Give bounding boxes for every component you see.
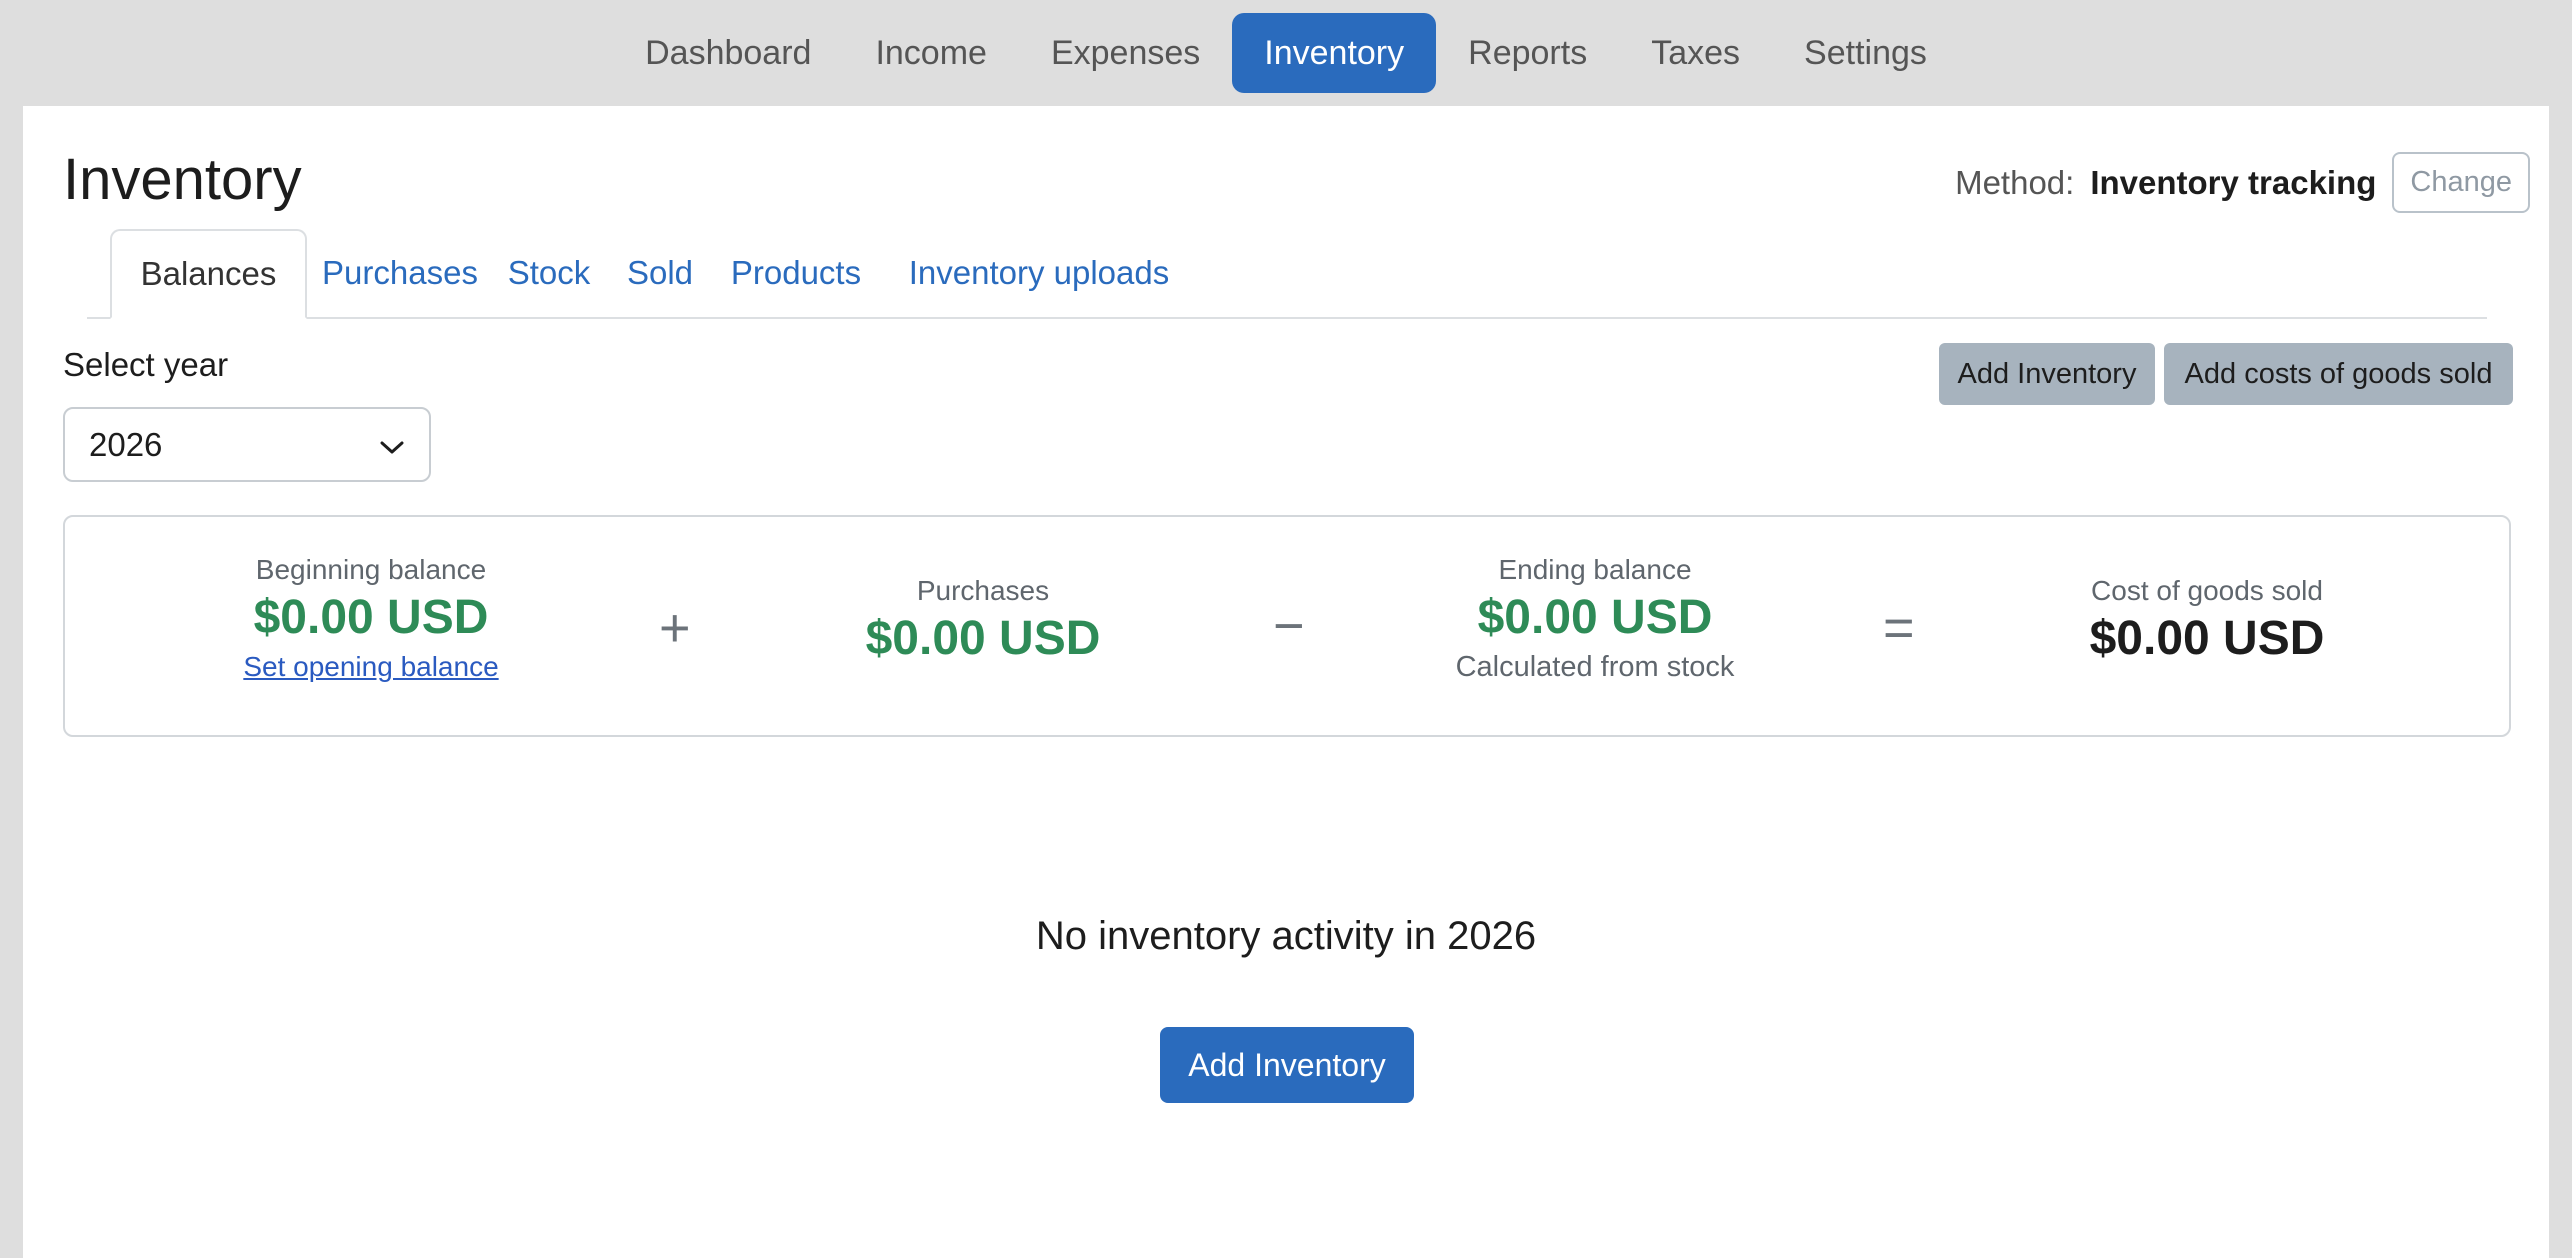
- tab-products[interactable]: Products: [715, 229, 877, 317]
- tab-purchases[interactable]: Purchases: [317, 229, 483, 317]
- method-label: Method:: [1955, 163, 2075, 201]
- set-opening-balance-link[interactable]: Set opening balance: [171, 651, 571, 683]
- purchases-caption: Purchases: [916, 575, 1050, 606]
- add-cogs-button[interactable]: Add costs of goods sold: [2164, 343, 2513, 405]
- balance-summary: Beginning balance $0.00 USD Set opening …: [63, 515, 2511, 737]
- cost-of-goods-sold: Cost of goods sold $0.00 USD: [2007, 517, 2407, 735]
- beginning-balance-caption: Beginning balance: [255, 554, 487, 585]
- minus-operator: −: [1273, 596, 1305, 656]
- cogs-caption: Cost of goods sold: [2091, 575, 2323, 606]
- ending-balance-caption: Ending balance: [1498, 554, 1692, 585]
- add-inventory-button[interactable]: Add Inventory: [1160, 1027, 1414, 1103]
- main-panel: Inventory Method: Inventory tracking Cha…: [23, 106, 2549, 1258]
- plus-operator: +: [659, 598, 691, 658]
- ending-balance-note: Calculated from stock: [1455, 651, 1735, 683]
- select-year-label: Select year: [63, 346, 229, 383]
- empty-state-message: No inventory activity in 2026: [1035, 914, 1537, 958]
- year-select-value: 2026: [89, 425, 163, 463]
- page-title: Inventory: [63, 147, 302, 212]
- nav-reports[interactable]: Reports: [1436, 13, 1619, 93]
- tab-sold[interactable]: Sold: [615, 229, 705, 317]
- inventory-tabs: Balances Purchases Stock Sold Products I…: [87, 229, 2487, 319]
- purchases-amount: $0.00 USD: [865, 612, 1101, 665]
- nav-inventory[interactable]: Inventory: [1232, 13, 1437, 93]
- nav-dashboard[interactable]: Dashboard: [613, 13, 843, 93]
- method-value: Inventory tracking: [2090, 163, 2377, 201]
- change-method-button[interactable]: Change: [2392, 152, 2530, 213]
- purchases-total: Purchases $0.00 USD: [783, 517, 1183, 735]
- tab-stock[interactable]: Stock: [493, 229, 605, 317]
- beginning-balance-amount: $0.00 USD: [253, 591, 489, 644]
- top-navigation: Dashboard Income Expenses Inventory Repo…: [0, 0, 2572, 106]
- equals-operator: =: [1883, 598, 1915, 658]
- tab-inventory-uploads[interactable]: Inventory uploads: [887, 229, 1191, 317]
- add-inventory-top-button[interactable]: Add Inventory: [1939, 343, 2155, 405]
- nav-settings[interactable]: Settings: [1772, 13, 1959, 93]
- tab-balances[interactable]: Balances: [110, 229, 307, 319]
- chevron-down-icon: [379, 426, 405, 464]
- cogs-amount: $0.00 USD: [2089, 612, 2325, 665]
- nav-income[interactable]: Income: [843, 13, 1019, 93]
- year-select[interactable]: 2026: [63, 407, 431, 482]
- beginning-balance: Beginning balance $0.00 USD Set opening …: [171, 517, 571, 735]
- ending-balance: Ending balance $0.00 USD Calculated from…: [1395, 517, 1795, 735]
- nav-taxes[interactable]: Taxes: [1619, 13, 1772, 93]
- nav-expenses[interactable]: Expenses: [1019, 13, 1232, 93]
- inventory-method: Method: Inventory tracking Change: [1955, 152, 2530, 213]
- ending-balance-amount: $0.00 USD: [1477, 591, 1713, 644]
